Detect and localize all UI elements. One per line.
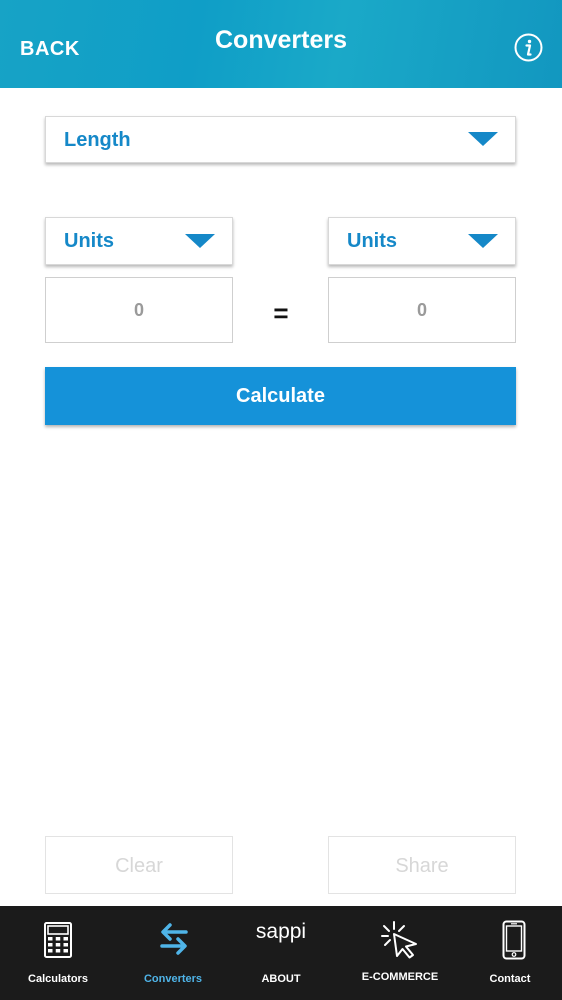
tab-label: Calculators <box>28 973 88 985</box>
tab-contact[interactable]: Contact <box>458 906 562 1000</box>
share-button[interactable]: Share <box>328 836 516 894</box>
to-unit-label: Units <box>347 230 397 252</box>
tab-converters[interactable]: Converters <box>116 906 230 1000</box>
chevron-down-icon <box>468 132 498 146</box>
equals-sign: = <box>273 298 289 328</box>
calculate-button[interactable]: Calculate <box>45 367 516 425</box>
tab-label: ABOUT <box>261 973 301 985</box>
swap-arrows-icon <box>160 923 188 955</box>
from-unit-label: Units <box>64 230 114 252</box>
tab-label: Contact <box>489 973 531 985</box>
category-dropdown[interactable]: Length <box>45 116 516 163</box>
chevron-down-icon <box>185 234 215 248</box>
bottom-tab-bar: Calculators Converters sappi ABOUT E-COM… <box>0 906 562 1000</box>
tab-label: Converters <box>143 973 203 985</box>
sappi-logo: sappi <box>255 920 307 943</box>
tab-ecommerce[interactable]: E-COMMERCE <box>342 906 458 1000</box>
info-icon[interactable] <box>514 33 543 62</box>
clear-button[interactable]: Clear <box>45 836 233 894</box>
tab-calculators[interactable]: Calculators <box>0 906 116 1000</box>
page-title: Converters <box>215 26 347 54</box>
category-label: Length <box>64 129 131 151</box>
app-header: BACK Converters <box>0 0 562 88</box>
cursor-click-icon <box>381 921 417 959</box>
tab-about[interactable]: sappi ABOUT <box>230 906 332 1000</box>
to-unit-dropdown[interactable]: Units <box>328 217 516 265</box>
calculator-icon <box>44 922 72 958</box>
chevron-down-icon <box>468 234 498 248</box>
from-value-input[interactable]: 0 <box>45 277 233 343</box>
phone-icon <box>502 920 526 960</box>
tab-label: E-COMMERCE <box>361 971 439 983</box>
to-value-output[interactable]: 0 <box>328 277 516 343</box>
from-unit-dropdown[interactable]: Units <box>45 217 233 265</box>
